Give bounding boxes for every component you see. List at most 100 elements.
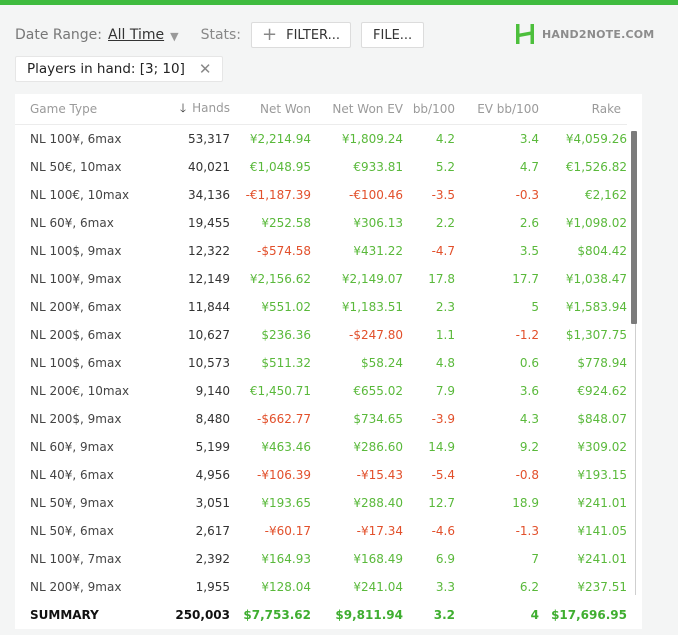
column-header-rake[interactable]: Rake xyxy=(543,94,627,125)
column-header-game-type[interactable]: Game Type xyxy=(15,94,165,125)
cell-net-won-ev: €933.81 xyxy=(353,160,403,174)
cell-rake: $778.94 xyxy=(577,356,627,370)
table-row[interactable]: NL 200¥, 9max 1,955 ¥128.04 ¥241.04 3.3 6.2 ¥2… xyxy=(15,573,627,601)
table-row[interactable]: NL 100¥, 6max 53,317 ¥2,214.94 ¥1,809.24 4.2… xyxy=(15,125,627,154)
cell-ev-bb-100: -1.2 xyxy=(515,328,539,342)
cell-rake: €924.62 xyxy=(577,384,627,398)
toolbar: Date Range: All Time ▼ Stats: + FILTER..… xyxy=(15,22,425,48)
cell-bb-100: 2.3 xyxy=(435,300,455,314)
cell-net-won-ev: $9,811.94 xyxy=(335,608,403,622)
table-row[interactable]: NL 100$, 9max 12,322 -$574.58 ¥431.22 -4.7 3.… xyxy=(15,237,627,265)
cell-game-type: NL 100$, 6max xyxy=(30,356,122,370)
filter-button-label: FILTER... xyxy=(286,27,341,43)
cell-game-type: NL 200¥, 6max xyxy=(30,300,122,314)
cell-game-type: NL 200€, 10max xyxy=(30,384,130,398)
cell-hands: 19,455 xyxy=(188,216,230,230)
cell-rake: ¥241.01 xyxy=(577,552,627,566)
filter-button[interactable]: + FILTER... xyxy=(251,22,352,48)
cell-hands: 53,317 xyxy=(188,132,230,146)
table-row[interactable]: NL 100¥, 7max 2,392 ¥164.93 ¥168.49 6.9 7 ¥241… xyxy=(15,545,627,573)
cell-net-won-ev: -¥15.43 xyxy=(356,468,403,482)
summary-row[interactable]: SUMMARY 250,003 $7,753.62 $9,811.94 3.2 4 $17,… xyxy=(15,601,627,629)
cell-rake: $804.42 xyxy=(577,244,627,258)
cell-game-type: NL 100¥, 7max xyxy=(30,552,122,566)
logo-text: HAND2NOTE.COM xyxy=(542,27,655,41)
cell-bb-100: 4.2 xyxy=(435,132,455,146)
cell-ev-bb-100: -0.3 xyxy=(515,188,539,202)
cell-ev-bb-100: 17.7 xyxy=(512,272,539,286)
column-header-net-won[interactable]: Net Won xyxy=(237,94,315,125)
cell-net-won: ¥164.93 xyxy=(261,552,311,566)
caret-down-icon[interactable]: ▼ xyxy=(170,30,178,43)
cell-ev-bb-100: 4.7 xyxy=(519,160,539,174)
cell-net-won: ¥2,214.94 xyxy=(249,132,311,146)
cell-hands: 250,003 xyxy=(175,608,230,622)
cell-bb-100: 2.2 xyxy=(435,216,455,230)
cell-rake: ¥1,038.47 xyxy=(565,272,627,286)
column-header-ev-bb-100[interactable]: EV bb/100 xyxy=(459,94,543,125)
file-button-label: FILE... xyxy=(373,27,413,43)
table-row[interactable]: NL 200¥, 6max 11,844 ¥551.02 ¥1,183.51 2.3 5 ¥… xyxy=(15,293,627,321)
hand2note-logo-mark xyxy=(516,24,534,44)
cell-net-won: €1,450.71 xyxy=(249,384,311,398)
file-button[interactable]: FILE... xyxy=(361,22,425,48)
scrollbar-thumb[interactable] xyxy=(631,131,637,324)
cell-rake: ¥309.02 xyxy=(577,440,627,454)
table-row[interactable]: NL 200$, 9max 8,480 -$662.77 $734.65 -3.9 4.3… xyxy=(15,405,627,433)
cell-net-won-ev: ¥241.04 xyxy=(353,580,403,594)
cell-hands: 10,573 xyxy=(188,356,230,370)
cell-game-type: NL 100€, 10max xyxy=(30,188,130,202)
cell-ev-bb-100: 3.4 xyxy=(519,132,539,146)
cell-net-won-ev: -$247.80 xyxy=(349,328,403,342)
table-row[interactable]: NL 60¥, 9max 5,199 ¥463.46 ¥286.60 14.9 9.2 ¥3… xyxy=(15,433,627,461)
table-row[interactable]: NL 50¥, 6max 2,617 -¥60.17 -¥17.34 -4.6 -1.3 ¥… xyxy=(15,517,627,545)
table-row[interactable]: NL 100€, 10max 34,136 -€1,187.39 -€100.46 -3… xyxy=(15,181,627,209)
table-row[interactable]: NL 60¥, 6max 19,455 ¥252.58 ¥306.13 2.2 2.6 ¥1… xyxy=(15,209,627,237)
cell-net-won: $7,753.62 xyxy=(243,608,311,622)
players-in-hand-filter-chip[interactable]: Players in hand: [3; 10] ✕ xyxy=(15,56,224,82)
table-row[interactable]: NL 100$, 6max 10,573 $511.32 $58.24 4.8 0.6 $7… xyxy=(15,349,627,377)
cell-hands: 34,136 xyxy=(188,188,230,202)
cell-net-won: €1,048.95 xyxy=(249,160,311,174)
cell-ev-bb-100: -1.3 xyxy=(515,524,539,538)
close-icon[interactable]: ✕ xyxy=(199,60,212,78)
cell-net-won: -¥60.17 xyxy=(264,524,311,538)
cell-rake: $17,696.95 xyxy=(551,608,627,622)
column-header-bb-100[interactable]: bb/100 xyxy=(407,94,459,125)
cell-bb-100: 1.1 xyxy=(435,328,455,342)
cell-ev-bb-100: 4.3 xyxy=(519,412,539,426)
cell-rake: ¥193.15 xyxy=(577,468,627,482)
column-header-net-won-ev[interactable]: Net Won EV xyxy=(315,94,407,125)
table-row[interactable]: NL 50¥, 9max 3,051 ¥193.65 ¥288.40 12.7 18.9 ¥… xyxy=(15,489,627,517)
cell-game-type: NL 100¥, 9max xyxy=(30,272,122,286)
table-row[interactable]: NL 200€, 10max 9,140 €1,450.71 €655.02 7.9 3.… xyxy=(15,377,627,405)
vertical-scrollbar[interactable] xyxy=(630,131,637,599)
cell-game-type: NL 50€, 10max xyxy=(30,160,122,174)
table-row[interactable]: NL 50€, 10max 40,021 €1,048.95 €933.81 5.2 4.… xyxy=(15,153,627,181)
cell-rake: ¥141.05 xyxy=(577,524,627,538)
cell-hands: 1,955 xyxy=(195,580,230,594)
cell-ev-bb-100: 18.9 xyxy=(512,496,539,510)
cell-hands: 40,021 xyxy=(188,160,230,174)
top-accent-bar xyxy=(0,0,678,5)
cell-net-won-ev: ¥431.22 xyxy=(353,244,403,258)
table-row[interactable]: NL 100¥, 9max 12,149 ¥2,156.62 ¥2,149.07 17.… xyxy=(15,265,627,293)
cell-net-won: -¥106.39 xyxy=(257,468,311,482)
date-range-value[interactable]: All Time xyxy=(108,27,164,43)
cell-net-won: ¥252.58 xyxy=(261,216,311,230)
cell-net-won: ¥463.46 xyxy=(261,440,311,454)
cell-game-type: NL 40¥, 6max xyxy=(30,468,114,482)
column-header-hands[interactable]: 🡓 Hands xyxy=(165,94,237,125)
cell-bb-100: 3.2 xyxy=(433,608,455,622)
cell-bb-100: 12.7 xyxy=(428,496,455,510)
hand2note-logo: HAND2NOTE.COM xyxy=(515,23,654,45)
cell-hands: 3,051 xyxy=(195,496,230,510)
cell-rake: €2,162 xyxy=(585,188,627,202)
table-row[interactable]: NL 200$, 6max 10,627 $236.36 -$247.80 1.1 -1.… xyxy=(15,321,627,349)
cell-hands: 9,140 xyxy=(195,384,230,398)
cell-bb-100: -3.9 xyxy=(431,412,455,426)
cell-bb-100: 4.8 xyxy=(435,356,455,370)
table-row[interactable]: NL 40¥, 6max 4,956 -¥106.39 -¥15.43 -5.4 -0.8… xyxy=(15,461,627,489)
cell-net-won: ¥128.04 xyxy=(261,580,311,594)
cell-bb-100: 6.9 xyxy=(435,552,455,566)
